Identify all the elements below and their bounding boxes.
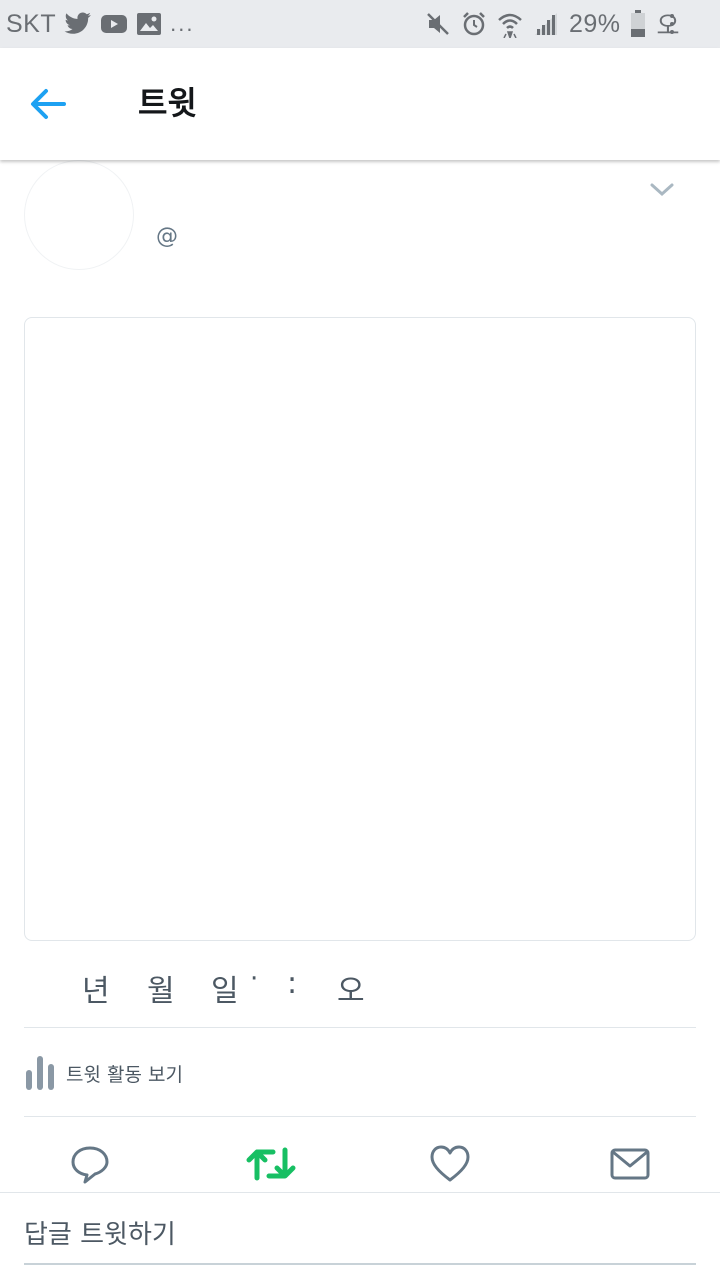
chevron-down-icon [650,183,674,197]
tweet-activity-label: 트윗 활동 보기 [66,1063,183,1086]
reply-button[interactable] [68,1142,112,1186]
reply-bubble-icon [71,1146,109,1184]
back-button[interactable] [26,84,70,124]
reply-input[interactable]: 답글 트윗하기 [24,1213,696,1265]
tweet-media-card[interactable] [24,317,696,941]
envelope-icon [610,1148,650,1180]
signal-icon [533,11,559,37]
back-arrow-icon [31,89,66,119]
heart-icon [430,1145,470,1182]
carrier-label: SKT [6,9,57,38]
timestamp-day: 일 [211,974,239,1009]
retweet-button[interactable] [245,1142,297,1186]
avatar[interactable] [24,160,134,270]
timestamp-ampm: 오 [337,974,365,1009]
reply-composer: 답글 트윗하기 [0,1192,720,1281]
direct-message-button[interactable] [608,1142,652,1186]
retweet-icon [246,1147,296,1181]
twitter-bird-icon [64,12,92,36]
more-notifications: ... [170,11,195,36]
divider [24,1027,696,1028]
overflow-menu-icon[interactable] [668,12,676,41]
divider [24,1116,696,1117]
like-button[interactable] [428,1142,472,1186]
bar-chart-icon [26,1056,54,1090]
alarm-icon [461,11,487,37]
tweet-timestamp: 년 월 일 · : 오 [0,964,720,1009]
wifi-icon [497,10,523,38]
status-bar: SKT ... 29% 오 [0,0,720,48]
battery-percent: 29% [568,9,621,38]
battery-icon [630,10,646,38]
app-header: 트윗 [0,48,720,160]
gallery-icon [136,12,162,36]
timestamp-month: 월 [147,974,175,1009]
view-tweet-activity-button[interactable]: 트윗 활동 보기 [24,1052,183,1094]
mute-icon [425,11,451,37]
timestamp-year: 년 [82,974,110,1009]
user-handle[interactable]: @ [156,224,178,249]
page-title: 트윗 [138,84,197,122]
timestamp-colon: : [287,966,298,1001]
tweet-options-button[interactable] [648,180,676,200]
youtube-icon [100,13,128,35]
timestamp-separator: · [250,964,259,994]
